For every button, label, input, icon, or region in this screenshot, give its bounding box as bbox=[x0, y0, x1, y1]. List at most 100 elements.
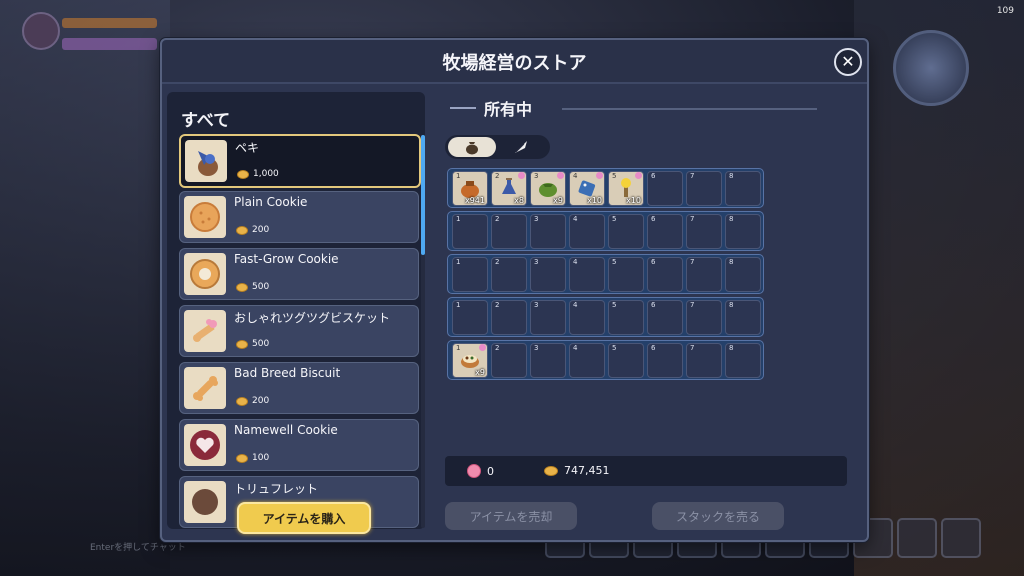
sell-item-button[interactable]: アイテムを売却 bbox=[445, 502, 577, 530]
gem-icon bbox=[467, 464, 481, 478]
store-item[interactable]: Namewell Cookie 100 bbox=[179, 419, 419, 471]
sell-stack-button[interactable]: スタックを売る bbox=[652, 502, 784, 530]
scrollbar-thumb[interactable] bbox=[421, 135, 425, 255]
slot-number: 7 bbox=[690, 301, 695, 309]
inventory-slot[interactable]: 3 bbox=[530, 300, 566, 335]
item-price-value: 1,000 bbox=[253, 169, 279, 179]
slot-number: 4 bbox=[573, 301, 578, 309]
slot-number: 3 bbox=[534, 344, 539, 352]
currency-bar: 0 747,451 bbox=[445, 456, 847, 486]
inventory-slot[interactable]: 6 bbox=[647, 257, 683, 292]
owned-header: 所有中 bbox=[450, 96, 532, 120]
slot-number: 7 bbox=[690, 344, 695, 352]
inventory-slot[interactable]: 2 bbox=[491, 257, 527, 292]
coin-count: 747,451 bbox=[564, 464, 610, 477]
slot-quantity: x941 bbox=[464, 196, 485, 205]
inventory-slot[interactable]: 2 bbox=[491, 300, 527, 335]
inventory-slot[interactable]: 5 bbox=[608, 300, 644, 335]
item-name: Namewell Cookie bbox=[234, 423, 338, 437]
inventory-slot[interactable]: 6 bbox=[647, 214, 683, 249]
store-item[interactable]: ペキ 1,000 bbox=[179, 134, 421, 188]
inventory-slot[interactable]: 8 bbox=[725, 257, 761, 292]
store-item-panel: すべて ペキ 1,000 Plain Cookie 200 Fast-Grow Cook… bbox=[167, 92, 425, 529]
slot-quantity: x8 bbox=[514, 196, 524, 205]
item-name: Bad Breed Biscuit bbox=[234, 366, 341, 380]
inventory-slot[interactable]: 7 bbox=[686, 171, 722, 206]
inventory-slot[interactable]: 4 bbox=[569, 214, 605, 249]
inventory-slot[interactable]: 5 x10 bbox=[608, 171, 644, 206]
inventory-slot[interactable]: 3 x9 bbox=[530, 171, 566, 206]
slot-number: 5 bbox=[612, 301, 617, 309]
coin-icon bbox=[236, 282, 248, 292]
store-item[interactable]: Plain Cookie 200 bbox=[179, 191, 419, 243]
close-icon: ✕ bbox=[841, 52, 855, 71]
inventory-slot[interactable]: 1 bbox=[452, 257, 488, 292]
player-energy-bar bbox=[62, 38, 157, 50]
minimap[interactable] bbox=[893, 30, 969, 106]
inventory-slot[interactable]: 4 bbox=[569, 257, 605, 292]
slot-number: 3 bbox=[534, 258, 539, 266]
new-badge-icon bbox=[557, 172, 564, 179]
inventory-slot[interactable]: 5 bbox=[608, 343, 644, 378]
store-title: 牧場経営のストア bbox=[442, 53, 587, 74]
inventory-slot[interactable]: 2 x8 bbox=[491, 171, 527, 206]
store-item[interactable]: おしゃれツグツグビスケット 500 bbox=[179, 305, 419, 357]
inventory-slot[interactable]: 1 bbox=[452, 300, 488, 335]
inventory-slot[interactable]: 1 x941 bbox=[452, 171, 488, 206]
coin-icon bbox=[236, 453, 248, 463]
inventory-slot[interactable]: 4 bbox=[569, 300, 605, 335]
slot-number: 2 bbox=[495, 215, 500, 223]
inventory-slot[interactable]: 8 bbox=[725, 343, 761, 378]
slot-number: 7 bbox=[690, 172, 695, 180]
close-button[interactable]: ✕ bbox=[834, 48, 862, 76]
store-item-list[interactable]: ペキ 1,000 Plain Cookie 200 Fast-Grow Cookie 50… bbox=[179, 134, 421, 529]
inventory-slot[interactable]: 5 bbox=[608, 257, 644, 292]
inventory-slot[interactable]: 1 bbox=[452, 214, 488, 249]
inventory-slot[interactable]: 3 bbox=[530, 214, 566, 249]
inventory-slot[interactable]: 7 bbox=[686, 214, 722, 249]
slot-quantity: x9 bbox=[553, 196, 563, 205]
tab-feather[interactable] bbox=[497, 137, 545, 157]
inventory-row: 1 x941 2 x8 3 x9 4 x10 5 x10 6 7 8 bbox=[447, 168, 764, 208]
inventory-slot[interactable]: 3 bbox=[530, 257, 566, 292]
tab-bag[interactable] bbox=[448, 137, 496, 157]
store-item[interactable]: Bad Breed Biscuit 200 bbox=[179, 362, 419, 414]
item-price-value: 200 bbox=[252, 396, 270, 406]
inventory-slot[interactable]: 8 bbox=[725, 171, 761, 206]
bag-icon bbox=[466, 142, 478, 155]
slot-number: 1 bbox=[456, 301, 461, 309]
coin-icon bbox=[237, 169, 249, 179]
slot-number: 5 bbox=[612, 258, 617, 266]
gem-balance: 0 bbox=[467, 464, 494, 478]
item-price: 200 bbox=[236, 225, 269, 235]
inventory-slot[interactable]: 7 bbox=[686, 300, 722, 335]
inventory-slot[interactable]: 8 bbox=[725, 214, 761, 249]
coin-balance: 747,451 bbox=[544, 464, 610, 477]
inventory-slot[interactable]: 2 bbox=[491, 214, 527, 249]
inventory-slot[interactable]: 2 bbox=[491, 343, 527, 378]
store-modal: 牧場経営のストア ✕ すべて ペキ 1,000 Plain Cookie 200 Fas… bbox=[160, 38, 869, 542]
slot-number: 8 bbox=[729, 172, 734, 180]
inventory-slot[interactable]: 4 x10 bbox=[569, 171, 605, 206]
buy-item-button[interactable]: アイテムを購入 bbox=[237, 502, 371, 534]
store-item[interactable]: Fast-Grow Cookie 500 bbox=[179, 248, 419, 300]
inventory-slot[interactable]: 6 bbox=[647, 300, 683, 335]
inventory-slot[interactable]: 7 bbox=[686, 257, 722, 292]
inventory-slot[interactable]: 8 bbox=[725, 300, 761, 335]
coin-icon bbox=[236, 339, 248, 349]
new-badge-icon bbox=[479, 344, 486, 351]
inventory-slot[interactable]: 3 bbox=[530, 343, 566, 378]
inventory-slot[interactable]: 4 bbox=[569, 343, 605, 378]
item-price: 100 bbox=[236, 453, 269, 463]
item-name: おしゃれツグツグビスケット bbox=[234, 311, 391, 325]
inventory-slot[interactable]: 7 bbox=[686, 343, 722, 378]
player-portrait bbox=[22, 12, 60, 50]
item-price: 200 bbox=[236, 396, 269, 406]
inventory-slot[interactable]: 6 bbox=[647, 343, 683, 378]
item-price-value: 100 bbox=[252, 453, 270, 463]
slot-number: 5 bbox=[612, 215, 617, 223]
inventory-slot[interactable]: 5 bbox=[608, 214, 644, 249]
inventory-slot[interactable]: 6 bbox=[647, 171, 683, 206]
item-list-scrollbar[interactable] bbox=[421, 135, 425, 528]
inventory-slot[interactable]: 1 x9 bbox=[452, 343, 488, 378]
